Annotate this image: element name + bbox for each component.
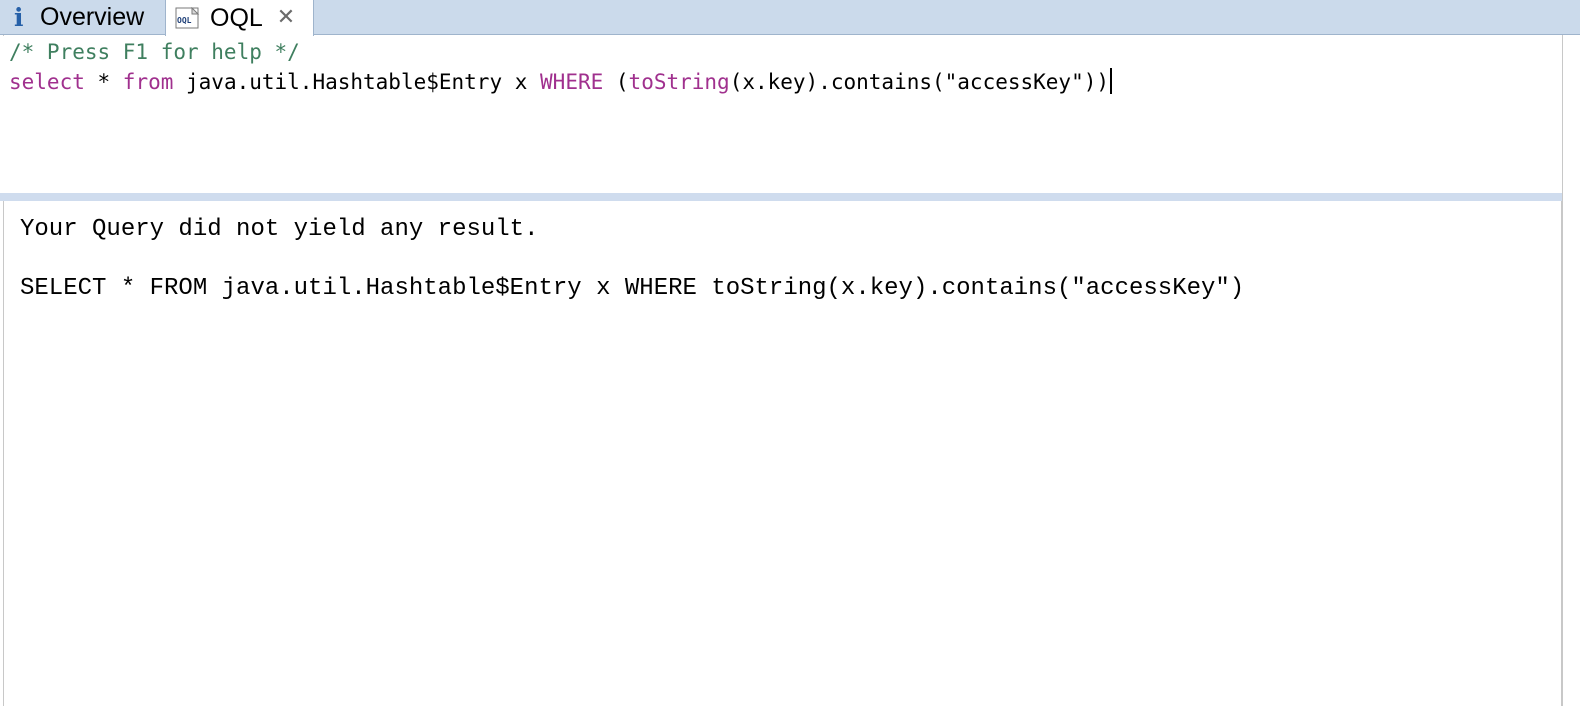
token-class: java.util.Hashtable$Entry x [173,70,541,94]
oql-icon-text: OQL [177,16,192,25]
text-caret [1110,68,1112,94]
kw-from: from [122,70,174,94]
results-pane: Your Query did not yield any result. SEL… [3,201,1562,706]
token-rest: (x.key).contains("accessKey")) [729,70,1109,94]
help-comment: /* Press F1 for help */ [9,40,300,64]
close-icon[interactable]: ✕ [277,7,295,29]
split-sash[interactable] [0,193,1562,201]
editor-line-comment: /* Press F1 for help */ [9,37,300,67]
editor-line-query: select * from java.util.Hashtable$Entry … [9,67,1112,97]
kw-select: select [9,70,85,94]
fn-tostring: toString [628,70,730,94]
info-icon: i [14,3,24,32]
tab-overview[interactable]: i Overview [0,0,165,35]
right-border [1562,35,1563,706]
oql-file-icon: OQL [174,6,202,29]
token-star: * [84,70,123,94]
result-query-text: SELECT * FROM java.util.Hashtable$Entry … [20,275,1245,302]
kw-where: WHERE [540,70,604,94]
editor-tab-bar: i Overview OQL OQL ✕ [0,0,1580,36]
token-paren: ( [603,70,629,94]
tab-oql-label: OQL [210,3,263,32]
tab-oql[interactable]: OQL OQL ✕ [165,0,314,36]
oql-view: i Overview OQL OQL ✕ /* Press F1 for hel… [0,0,1580,706]
tab-overview-label: Overview [40,3,145,31]
oql-query-editor[interactable]: /* Press F1 for help */ select * from ja… [3,36,1563,193]
result-message: Your Query did not yield any result. [20,216,539,243]
